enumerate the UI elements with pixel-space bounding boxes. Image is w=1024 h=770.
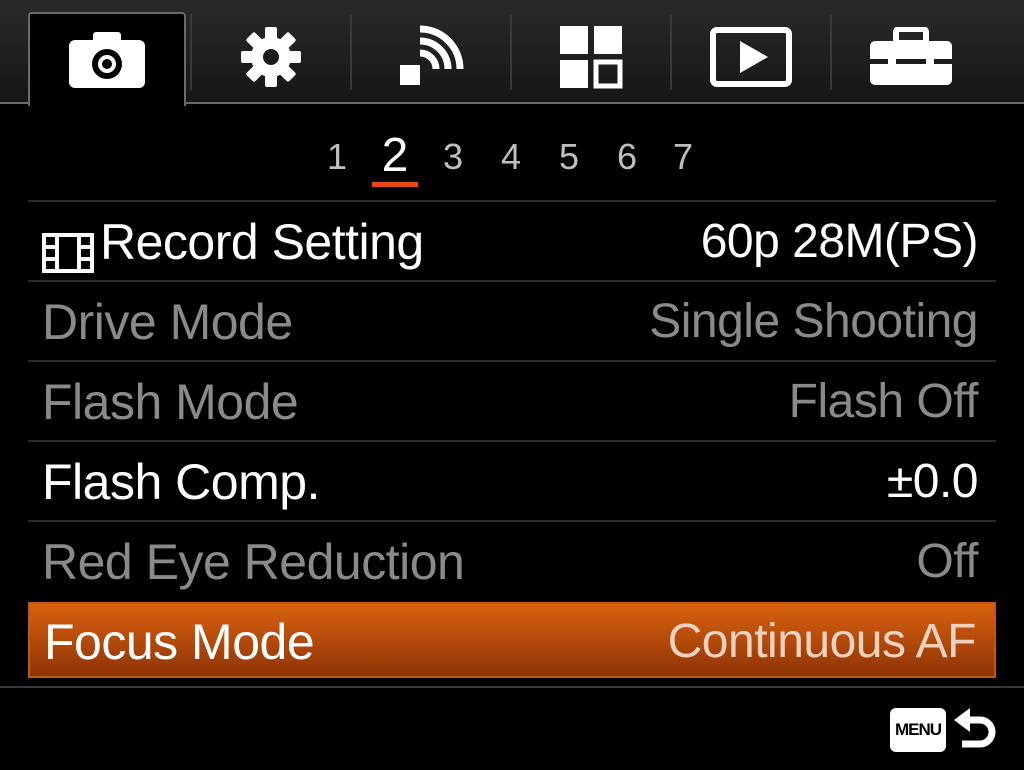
- menu-item-record-setting[interactable]: Record Setting 60p 28M(PS): [28, 200, 996, 280]
- page-number[interactable]: 6: [610, 136, 644, 178]
- menu-item-focus-mode[interactable]: Focus Mode Continuous AF: [28, 602, 996, 678]
- tab-camera-settings[interactable]: [28, 12, 186, 106]
- toolbox-icon: [868, 27, 954, 87]
- menu-item-value: Single Shooting: [649, 295, 978, 348]
- movie-film-icon: [42, 228, 94, 284]
- footer-bar: MENU: [0, 686, 1024, 770]
- menu-item-red-eye-reduction[interactable]: Red Eye Reduction Off: [28, 520, 996, 600]
- application-grid-icon: [558, 24, 624, 90]
- menu-item-value: 60p 28M(PS): [700, 215, 979, 268]
- page-number[interactable]: 7: [666, 136, 700, 178]
- menu-item-label: Focus Mode: [44, 614, 315, 670]
- menu-item-flash-mode[interactable]: Flash Mode Flash Off: [28, 360, 996, 440]
- menu-item-label: Flash Mode: [42, 374, 299, 430]
- menu-item-value: ±0.0: [886, 455, 979, 508]
- menu-item-label: Red Eye Reduction: [42, 534, 465, 590]
- return-arrow-icon[interactable]: [952, 706, 998, 761]
- menu-item-label: Flash Comp.: [42, 454, 320, 510]
- menu-item-label: Record Setting: [100, 214, 424, 270]
- page-number[interactable]: 3: [436, 136, 470, 178]
- page-number[interactable]: 5: [552, 136, 586, 178]
- page-number[interactable]: 4: [494, 136, 528, 178]
- tab-playback[interactable]: [672, 10, 830, 104]
- current-page-underline: [372, 182, 418, 187]
- menu-item-value: Continuous AF: [667, 615, 977, 668]
- tab-application[interactable]: [512, 10, 670, 104]
- menu-item-value: Off: [916, 535, 978, 588]
- page-indicator: 1 2 3 4 5 6 7: [0, 128, 1024, 188]
- gear-icon: [239, 25, 303, 89]
- menu-item-value: Flash Off: [788, 375, 979, 428]
- playback-icon: [710, 27, 792, 87]
- page-number[interactable]: 1: [320, 136, 354, 178]
- camera-menu-screen: 1 2 3 4 5 6 7 Record Setting 60p 28M(PS)…: [0, 0, 1024, 770]
- tab-custom-settings[interactable]: [192, 10, 350, 104]
- tab-wireless[interactable]: [352, 10, 510, 104]
- menu-list: Record Setting 60p 28M(PS) Drive Mode Si…: [28, 200, 996, 678]
- tab-setup[interactable]: [832, 10, 990, 104]
- menu-item-flash-comp[interactable]: Flash Comp. ±0.0: [28, 440, 996, 520]
- page-number-current[interactable]: 2: [372, 128, 418, 183]
- menu-item-label: Drive Mode: [42, 294, 293, 350]
- camera-icon: [67, 30, 147, 90]
- tab-bar: [0, 0, 1024, 106]
- wireless-icon: [396, 25, 466, 89]
- footer-divider: [0, 686, 1024, 688]
- menu-item-drive-mode[interactable]: Drive Mode Single Shooting: [28, 280, 996, 360]
- menu-button[interactable]: MENU: [890, 708, 946, 752]
